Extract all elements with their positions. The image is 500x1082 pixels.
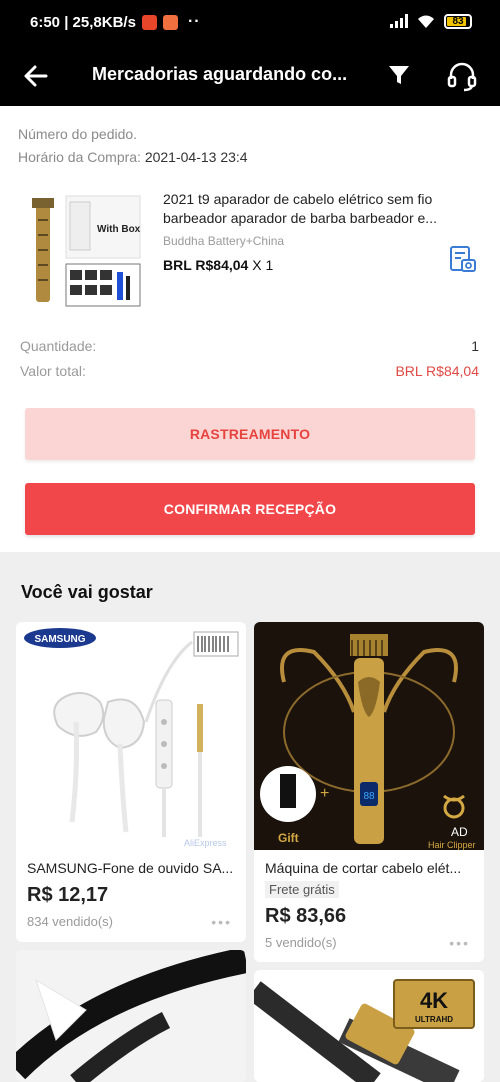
product-qty: X 1 [252,257,274,273]
purchase-time-label: Horário da Compra: [18,149,141,165]
headset-support-icon[interactable] [444,58,480,94]
product-image: SAMSUNG AliExpress [16,622,246,850]
order-card: Número do pedido. Horário da Compra: 202… [0,106,500,552]
aliexpress-watermark: AliExpress [184,838,227,848]
total-value: BRL R$84,04 [395,363,479,379]
svg-text:+: + [320,785,329,802]
status-time: 6:50 | 25,8KB/s [30,13,136,31]
product-price-line: BRL R$84,04 X 1 [163,257,273,273]
page-title: Mercadorias aguardando co... [92,64,348,84]
quantity-value: 1 [471,338,479,354]
purchase-time-row: Horário da Compra: 2021-04-13 23:4 [18,149,248,165]
quantity-label: Quantidade: [20,338,97,354]
product-image: 88 + Gift Hair Clipper AD [254,622,484,850]
product-image [16,950,246,1082]
more-options-icon[interactable]: ••• [211,914,232,930]
product-title[interactable]: 2021 t9 aparador de cabelo elétrico sem … [163,190,483,228]
sold-count: 5 vendido(s) [265,935,337,950]
4k-badge: 4K [420,988,448,1013]
ultrahd-badge: ULTRAHD [415,1015,453,1024]
app-header: Mercadorias aguardando co... [0,44,500,106]
svg-text:88: 88 [363,791,375,802]
status-left: 6:50 | 25,8KB/s ·· [30,13,201,31]
more-options-icon[interactable]: ••• [449,935,470,951]
thumb-with-box-label: With Box [97,224,141,235]
product-thumbnail[interactable]: With Box [22,190,144,312]
notification-app-icon [162,14,178,30]
recommendation-card[interactable]: SAMSUNG AliExpress SAMSUNG-Fone de ouvid… [16,622,246,942]
filter-icon[interactable] [386,62,412,88]
product-variant: Buddha Battery+China [163,234,285,248]
status-more-dots: ·· [187,13,201,30]
sold-count: 834 vendido(s) [27,914,113,929]
status-right: 83 [390,13,472,29]
recommendation-card[interactable]: 4K ULTRAHD [254,970,484,1082]
order-number-label: Número do pedido. [18,126,138,142]
image-caption: Hair Clipper [428,840,476,850]
purchase-time-value: 2021-04-13 23:4 [144,149,248,165]
total-label: Valor total: [20,363,86,379]
product-image: 4K ULTRAHD [254,970,484,1082]
ad-badge: AD [451,825,468,839]
product-price: R$ 12,17 [27,884,109,906]
status-bar: 6:50 | 25,8KB/s ·· 83 [0,0,500,44]
wifi-icon [418,15,434,28]
back-arrow-icon[interactable] [22,62,50,90]
invoice-icon[interactable] [448,244,478,274]
product-price: R$ 83,66 [265,905,347,927]
recommendation-card[interactable]: 88 + Gift Hair Clipper AD Máquina de cor… [254,622,484,962]
tracking-button[interactable]: RASTREAMENTO [25,408,475,460]
signal-icon [390,14,408,28]
product-name: SAMSUNG-Fone de ouvido SA... [27,860,234,876]
battery-icon: 83 [444,13,472,29]
product-price: BRL R$84,04 [163,257,249,273]
free-shipping-badge: Frete grátis [265,881,339,898]
order-number-row: Número do pedido. [18,126,137,142]
samsung-logo: SAMSUNG [34,634,85,645]
confirm-receipt-button[interactable]: CONFIRMAR RECEPÇÃO [25,483,475,535]
notification-app-icon [141,14,157,30]
recommendation-card[interactable] [16,950,246,1082]
product-name: Máquina de cortar cabelo elét... [265,860,462,876]
recommendations-title: Você vai gostar [21,582,153,602]
gift-label: Gift [278,831,299,845]
